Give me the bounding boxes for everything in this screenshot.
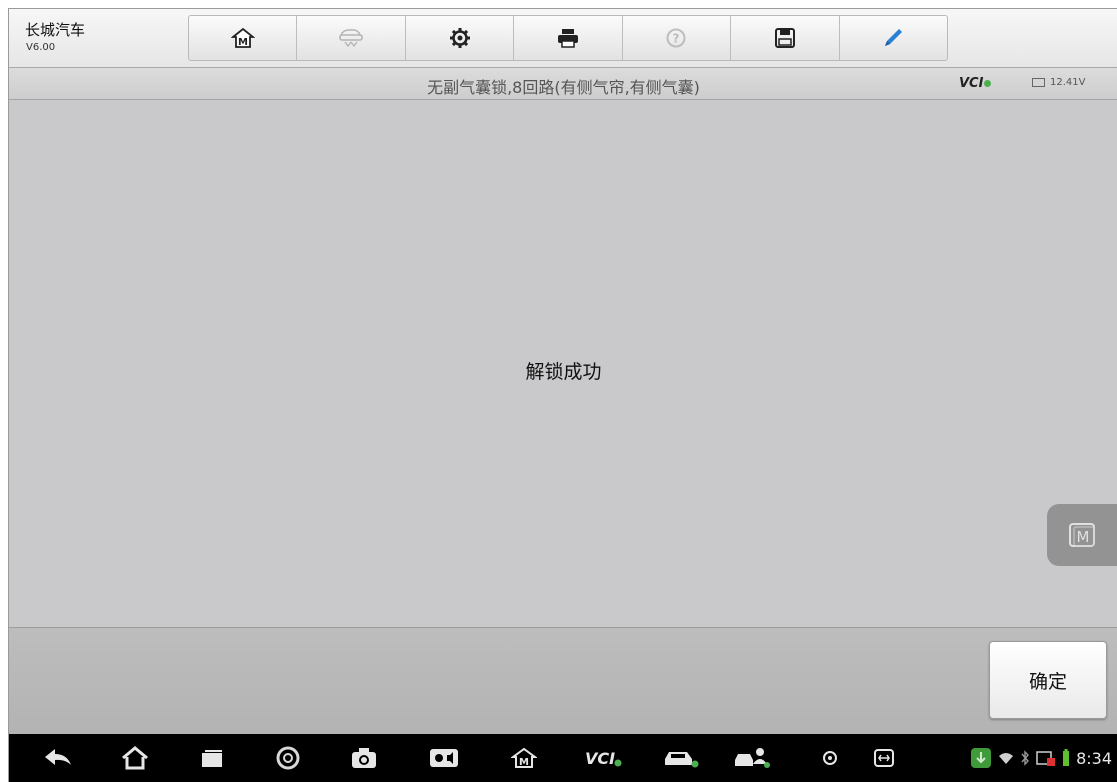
system-nav-bar: M VCI 8:34 bbox=[9, 734, 1117, 782]
tool-strip: M ? bbox=[188, 15, 948, 61]
battery-voltage: 12.41V bbox=[1032, 77, 1085, 88]
settings-button[interactable] bbox=[406, 16, 515, 60]
eye-icon[interactable] bbox=[815, 744, 845, 772]
bluetooth-icon bbox=[1021, 750, 1030, 766]
chrome-icon[interactable] bbox=[273, 744, 303, 772]
battery-status-icon bbox=[1063, 749, 1070, 766]
screen-capture-icon[interactable] bbox=[869, 744, 899, 772]
app-title: 长城汽车 bbox=[25, 21, 86, 39]
print-button[interactable] bbox=[514, 16, 623, 60]
app-screen: 长城汽车 V6.00 M ? 无副气囊锁,8回路(有侧气帘,有侧气囊) VCI … bbox=[8, 8, 1117, 782]
app-version: V6.00 bbox=[26, 42, 56, 53]
clock: 8:34 bbox=[1076, 748, 1112, 768]
home-m-nav-icon[interactable]: M bbox=[509, 744, 539, 772]
main-content: 解锁成功 M bbox=[9, 100, 1117, 627]
vci-connected-icon bbox=[984, 80, 992, 87]
ok-button[interactable]: 确定 bbox=[989, 641, 1107, 719]
vci-status: VCI bbox=[959, 76, 992, 91]
help-button[interactable]: ? bbox=[623, 16, 732, 60]
ethernet-icon bbox=[1036, 751, 1056, 766]
printer-icon bbox=[557, 29, 578, 48]
home-m-icon: M bbox=[230, 27, 255, 48]
floating-m-button[interactable]: M bbox=[1047, 504, 1117, 566]
result-message: 解锁成功 bbox=[525, 361, 602, 383]
camera-icon[interactable] bbox=[349, 744, 379, 772]
svg-text:VCI: VCI bbox=[585, 749, 615, 768]
status-subbar: 无副气囊锁,8回路(有侧气帘,有侧气囊) VCI 12.41V bbox=[9, 68, 1117, 100]
pen-icon bbox=[885, 29, 903, 46]
vci-label: VCI bbox=[959, 76, 984, 91]
function-title: 无副气囊锁,8回路(有侧气帘,有侧气囊) bbox=[427, 78, 700, 97]
action-bar: 确定 bbox=[9, 627, 1117, 734]
remote-support-icon[interactable] bbox=[733, 744, 773, 772]
battery-icon bbox=[1032, 78, 1045, 87]
gear-icon bbox=[449, 28, 470, 48]
help-icon: ? bbox=[666, 28, 686, 48]
brightness-volume-icon[interactable] bbox=[429, 744, 459, 772]
system-status-area: 8:34 bbox=[970, 747, 1112, 769]
m-icon: M bbox=[1068, 523, 1095, 547]
save-icon bbox=[774, 28, 795, 48]
home-icon[interactable] bbox=[120, 744, 150, 772]
svg-text:M: M bbox=[238, 37, 248, 48]
svg-text:?: ? bbox=[673, 32, 680, 46]
save-button[interactable] bbox=[731, 16, 840, 60]
svg-text:M: M bbox=[519, 757, 529, 768]
download-notification-icon bbox=[971, 748, 992, 768]
vehicle-swap-icon bbox=[339, 29, 363, 48]
vci-nav-icon[interactable]: VCI bbox=[583, 744, 623, 772]
svg-text:M: M bbox=[1076, 528, 1089, 546]
car-icon[interactable] bbox=[661, 744, 701, 772]
edit-button[interactable] bbox=[840, 16, 947, 60]
vehicle-swap-button[interactable] bbox=[297, 16, 406, 60]
voltage-value: 12.41V bbox=[1050, 77, 1086, 88]
back-icon[interactable] bbox=[43, 744, 73, 772]
top-toolbar: 长城汽车 V6.00 M ? bbox=[9, 9, 1117, 68]
home-button[interactable]: M bbox=[189, 16, 298, 60]
wifi-icon bbox=[999, 753, 1014, 764]
recent-apps-icon[interactable] bbox=[197, 744, 227, 772]
